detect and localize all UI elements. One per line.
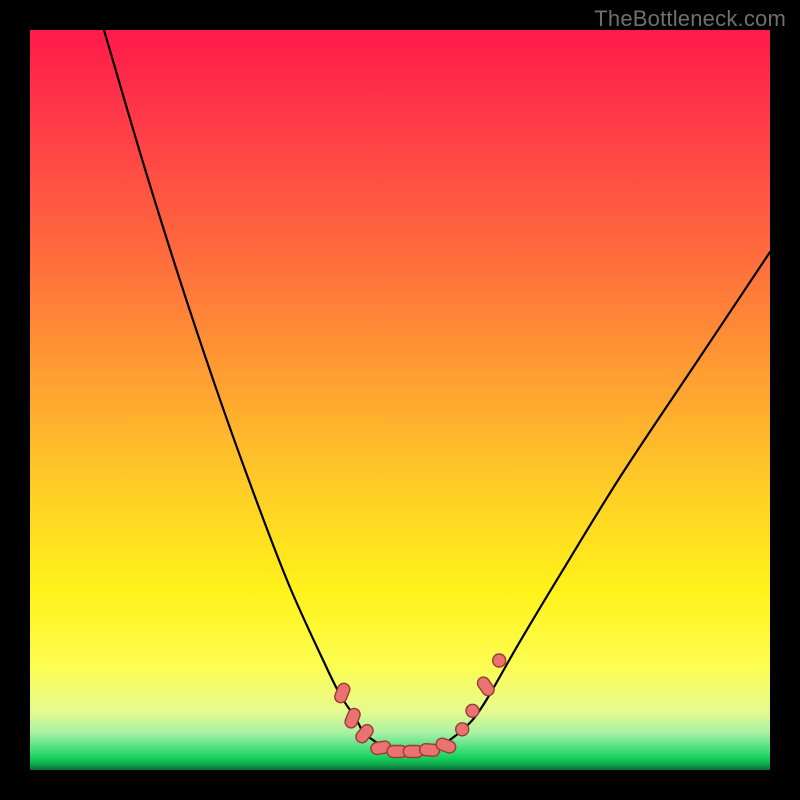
curve-layer bbox=[30, 30, 770, 770]
marker-dot bbox=[456, 723, 469, 736]
marker-capsule bbox=[353, 722, 375, 745]
watermark-text: TheBottleneck.com bbox=[594, 6, 786, 32]
marker-dot bbox=[466, 704, 479, 717]
marker-capsule bbox=[475, 675, 496, 698]
chart-frame: TheBottleneck.com bbox=[0, 0, 800, 800]
marker-dot bbox=[493, 654, 506, 667]
curve-left-branch bbox=[104, 30, 363, 733]
marker-group bbox=[333, 654, 506, 758]
